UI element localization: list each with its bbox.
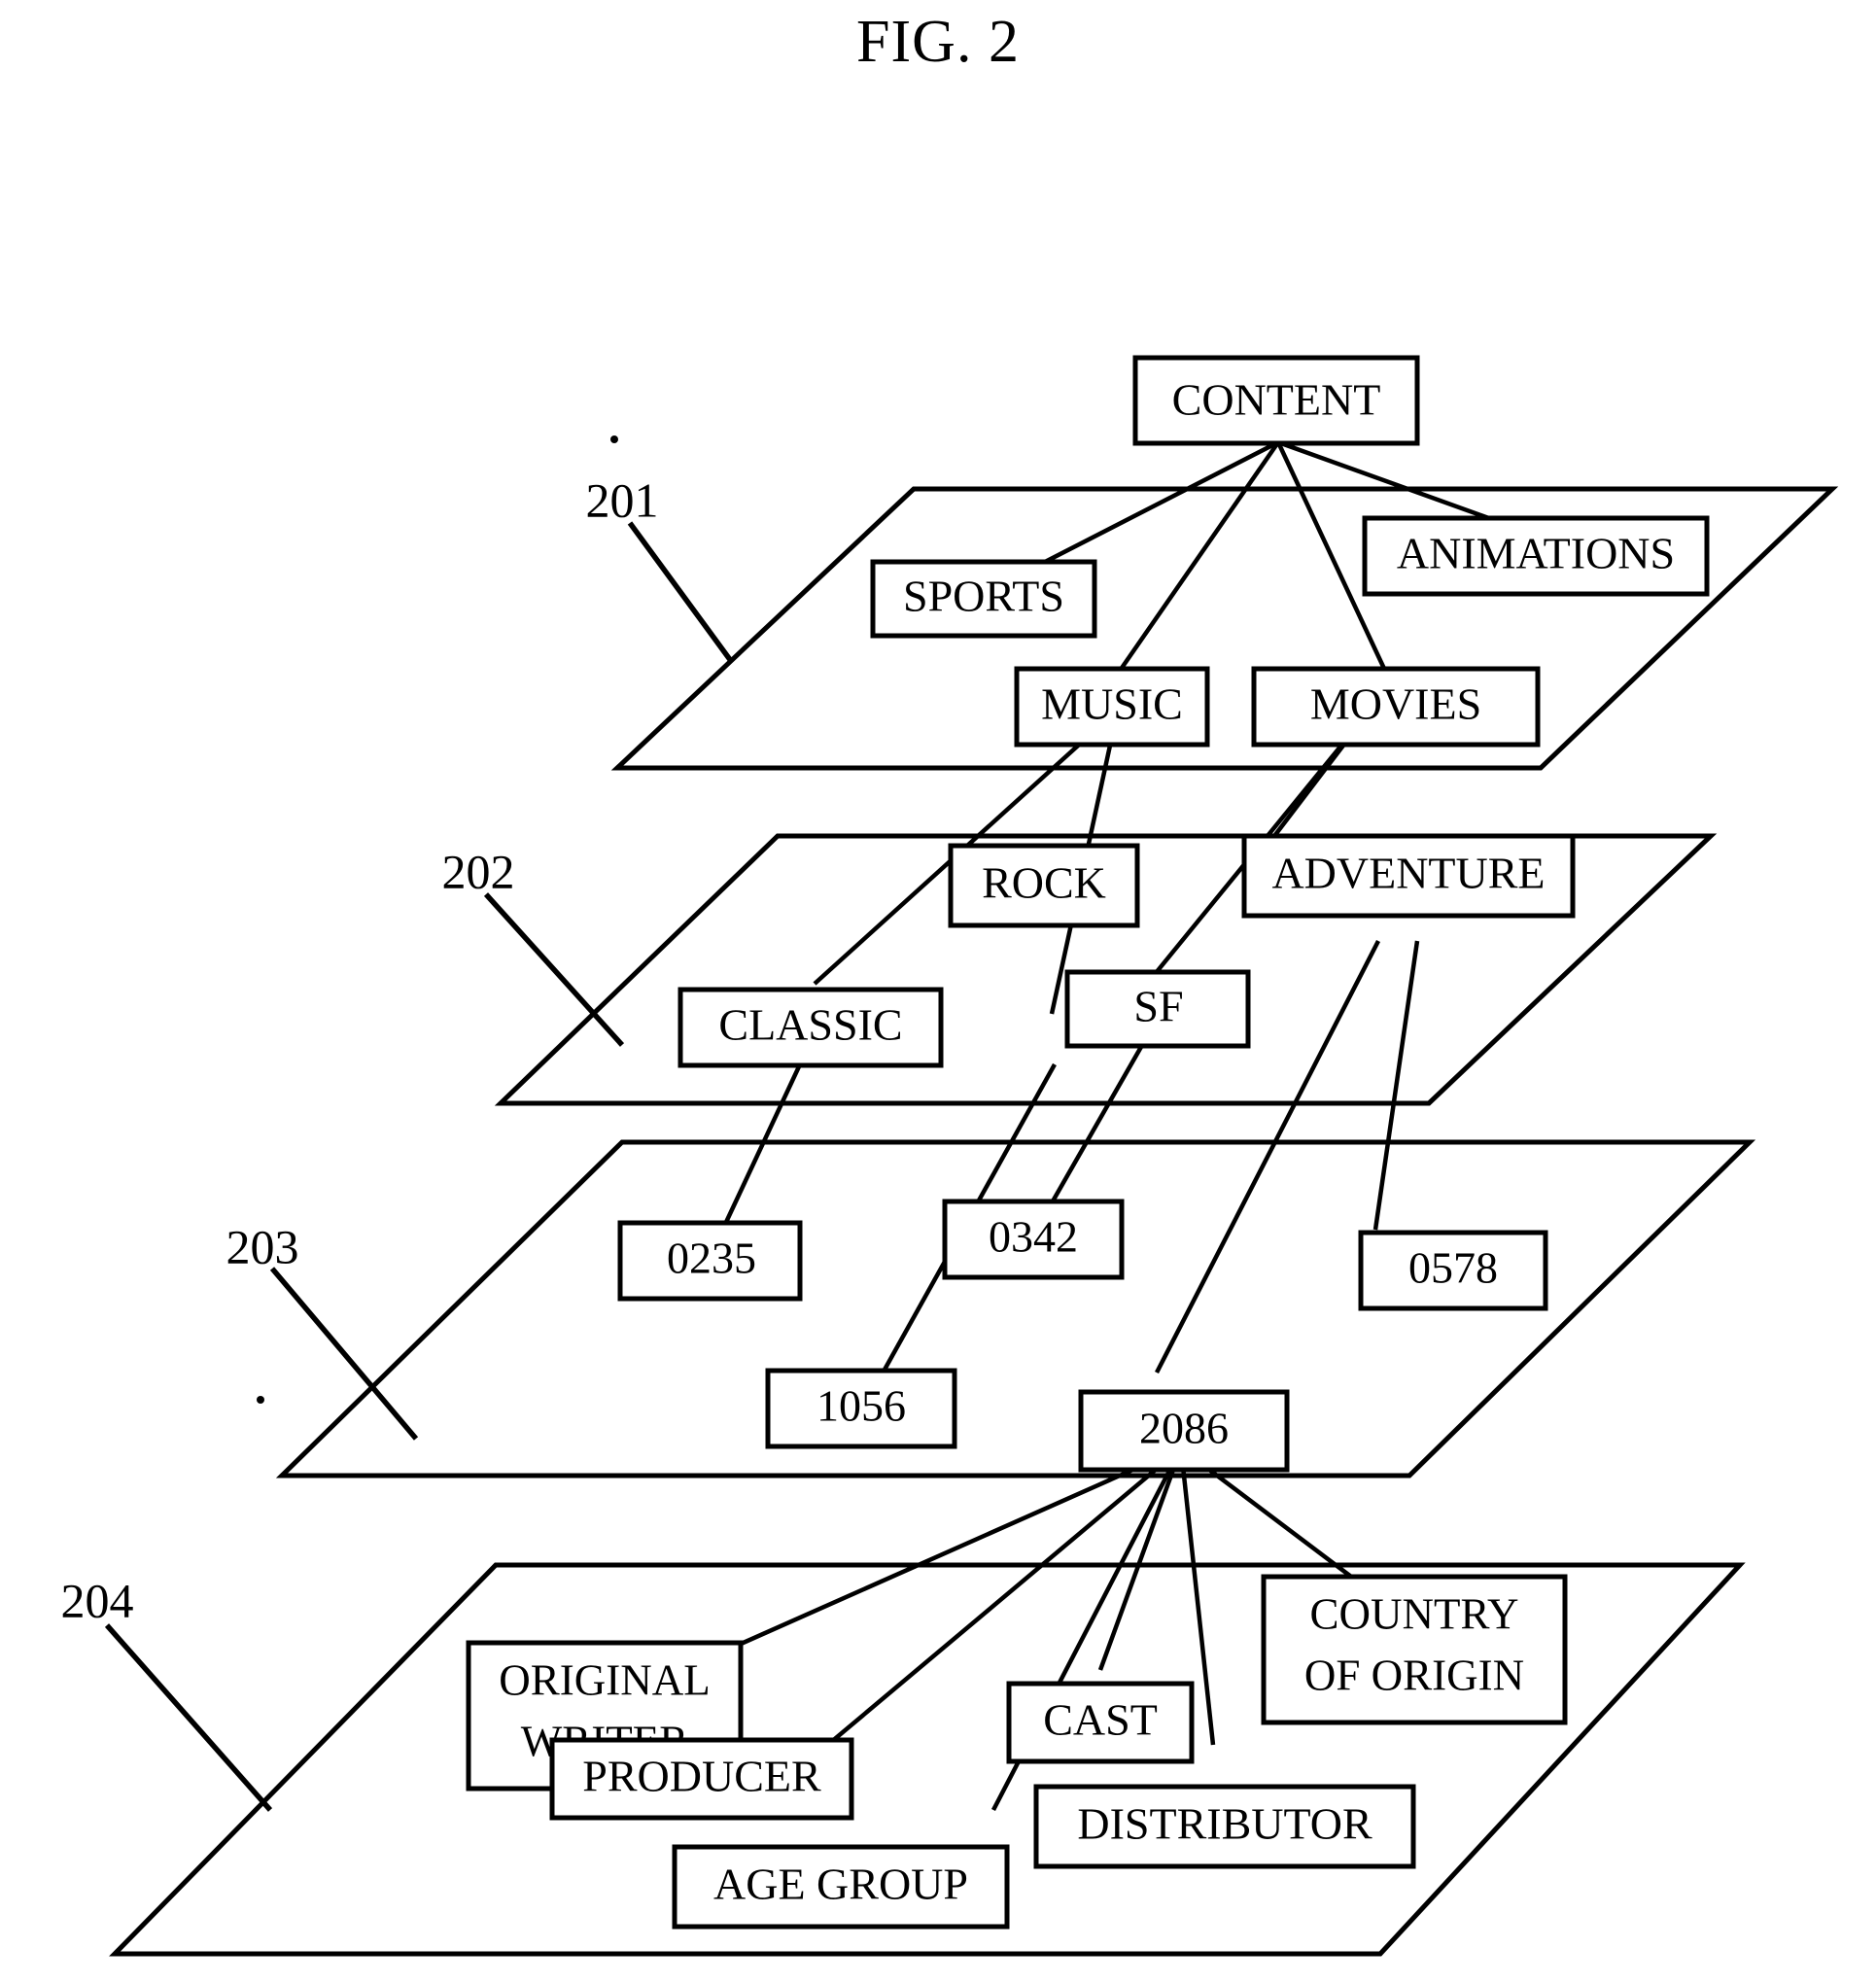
node-content[interactable]: CONTENT (1132, 355, 1420, 446)
node-rock-label: ROCK (982, 858, 1106, 908)
node-id-1056-label: 1056 (816, 1381, 906, 1431)
node-id-0342[interactable]: 0342 (942, 1199, 1125, 1280)
scan-speck-lower (257, 1396, 264, 1404)
scan-speck-upper (610, 435, 618, 443)
node-producer[interactable]: PRODUCER (549, 1737, 854, 1821)
node-country-of-origin-label-line2: OF ORIGIN (1304, 1651, 1524, 1699)
node-country-of-origin-label-line1: COUNTRY (1309, 1589, 1518, 1638)
node-cast[interactable]: CAST (1006, 1681, 1195, 1764)
leader-202 (483, 892, 625, 1047)
node-id-2086-label: 2086 (1139, 1404, 1229, 1453)
node-id-2086[interactable]: 2086 (1078, 1389, 1290, 1473)
node-id-0578[interactable]: 0578 (1358, 1230, 1548, 1311)
node-cast-label: CAST (1043, 1695, 1158, 1745)
node-classic-label: CLASSIC (718, 1000, 902, 1050)
node-content-label: CONTENT (1172, 375, 1381, 425)
node-id-1056[interactable]: 1056 (765, 1368, 957, 1449)
node-adventure[interactable]: ADVENTURE (1241, 833, 1576, 919)
node-sf-label: SF (1133, 982, 1183, 1031)
figure-page: FIG. 2 CONTENT SPORTS ANIMATIONS MUSIC M… (0, 0, 1876, 1983)
node-rock[interactable]: ROCK (948, 843, 1140, 928)
node-original-writer-label-line1: ORIGINAL (499, 1655, 710, 1704)
node-distributor-label: DISTRIBUTOR (1077, 1799, 1372, 1849)
edge-2086-original-writer (720, 1445, 1182, 1655)
node-movies-label: MOVIES (1310, 679, 1481, 729)
node-id-0578-label: 0578 (1408, 1243, 1498, 1293)
edge-sf-0342 (1036, 1031, 1151, 1229)
node-distributor[interactable]: DISTRIBUTOR (1033, 1784, 1416, 1869)
node-age-group[interactable]: AGE GROUP (672, 1844, 1010, 1930)
node-country-of-origin[interactable]: COUNTRY OF ORIGIN (1261, 1574, 1568, 1725)
edge-content-music (1118, 440, 1280, 673)
node-id-0235-label: 0235 (667, 1234, 756, 1283)
node-sports-label: SPORTS (903, 572, 1064, 621)
node-age-group-label: AGE GROUP (713, 1860, 968, 1909)
node-producer-label: PRODUCER (582, 1752, 821, 1801)
layer-ref-204: 204 (61, 1573, 134, 1627)
node-music[interactable]: MUSIC (1014, 666, 1210, 748)
node-movies[interactable]: MOVIES (1251, 666, 1541, 748)
edge-adventure-0578 (1372, 940, 1420, 1231)
edge-content-sports (1009, 439, 1280, 582)
layer-ref-203: 203 (226, 1219, 299, 1273)
layer-ref-202: 202 (442, 844, 515, 898)
leader-201 (627, 521, 734, 663)
leader-204 (104, 1623, 273, 1812)
node-animations[interactable]: ANIMATIONS (1362, 515, 1710, 597)
layer-ref-201: 201 (586, 472, 659, 527)
hierarchy-diagram: CONTENT SPORTS ANIMATIONS MUSIC MOVIES R… (61, 355, 1839, 1957)
node-adventure-label: ADVENTURE (1271, 849, 1545, 898)
node-id-0342-label: 0342 (989, 1212, 1078, 1262)
node-animations-label: ANIMATIONS (1397, 529, 1675, 578)
node-sf[interactable]: SF (1064, 969, 1251, 1049)
node-music-label: MUSIC (1041, 679, 1183, 729)
node-sports[interactable]: SPORTS (870, 559, 1097, 639)
node-id-0235[interactable]: 0235 (617, 1220, 803, 1302)
node-classic[interactable]: CLASSIC (677, 987, 944, 1068)
